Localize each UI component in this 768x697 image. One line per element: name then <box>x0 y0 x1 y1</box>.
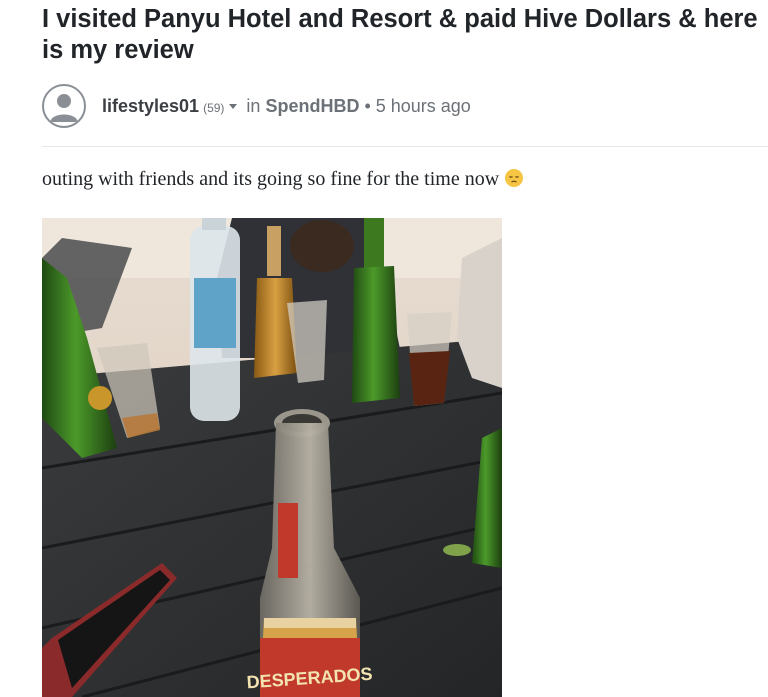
author-reputation: (59) <box>203 100 225 115</box>
post-body-text: outing with friends and its going so fin… <box>42 168 500 190</box>
post-meta: lifestyles01 (59) in SpendHBD • 5 hours … <box>102 96 471 117</box>
header-divider <box>42 146 768 147</box>
community-link[interactable]: SpendHBD <box>265 96 359 117</box>
post-title: I visited Panyu Hotel and Resort & paid … <box>42 5 758 64</box>
post-timestamp[interactable]: 5 hours ago <box>376 96 471 117</box>
author-avatar[interactable] <box>42 84 86 128</box>
user-placeholder-icon <box>50 94 78 122</box>
post-photo[interactable]: DESPERADOS <box>42 218 502 697</box>
author-name[interactable]: lifestyles01 <box>102 96 199 117</box>
post-body: outing with friends and its going so fin… <box>42 165 524 193</box>
in-label: in <box>246 95 261 116</box>
caret-down-icon[interactable] <box>229 103 238 109</box>
author-row: lifestyles01 (59) in SpendHBD • 5 hours … <box>42 82 471 130</box>
meta-separator: • <box>364 95 371 116</box>
pensive-face-emoji <box>505 169 524 187</box>
